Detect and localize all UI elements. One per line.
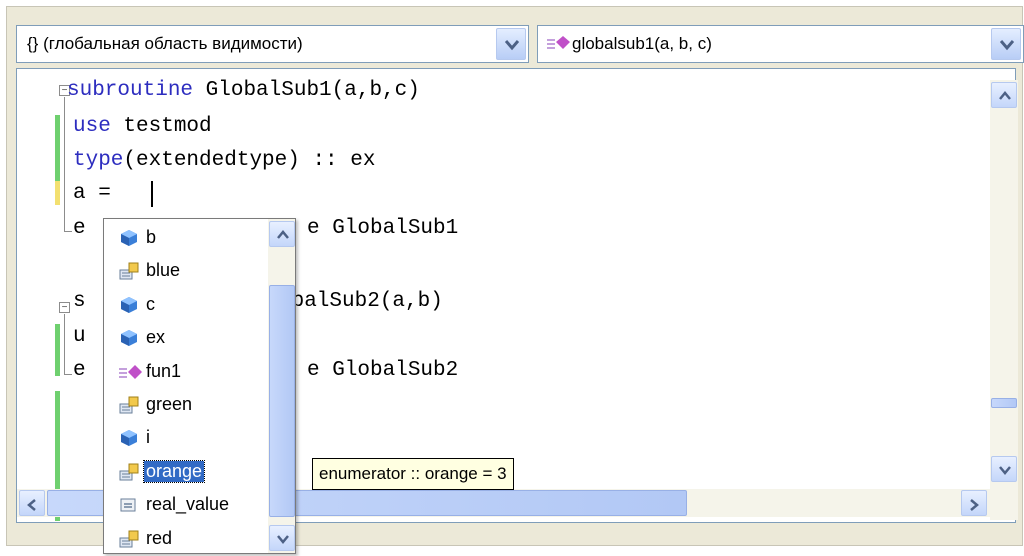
completion-item[interactable]: c [104, 288, 264, 321]
completion-item[interactable]: real_value [104, 488, 264, 521]
enum-member-icon [118, 462, 140, 482]
scroll-up-button[interactable] [269, 221, 295, 247]
member-dropdown-button[interactable] [991, 28, 1021, 60]
change-bar [55, 324, 60, 376]
completion-scrollbar[interactable] [268, 219, 295, 553]
code-line: obalSub2(a,b) [279, 290, 443, 313]
code-line: e [73, 217, 86, 240]
code-line: e GlobalSub1 [307, 217, 459, 240]
completion-item-label: c [146, 293, 155, 314]
variable-icon [118, 328, 140, 348]
completion-item[interactable]: blue [104, 254, 264, 287]
completion-item[interactable]: green [104, 388, 264, 421]
completion-list[interactable]: b blue c ex fun1 green i orange real_valuered [103, 218, 296, 554]
completion-item[interactable]: b [104, 221, 264, 254]
variable-icon [118, 228, 140, 248]
chevron-down-icon [277, 535, 289, 544]
code-line: e GlobalSub2 [307, 359, 459, 382]
code-line: u [73, 325, 86, 348]
completion-item-label: blue [146, 260, 181, 281]
scope-dropdown-label: {} (глобальная область видимости) [27, 34, 303, 53]
completion-item-label: red [146, 527, 173, 548]
completion-item-label: fun1 [146, 360, 182, 381]
completion-item[interactable]: red [104, 522, 264, 553]
code-line: subroutine GlobalSub1(a,b,c) [67, 79, 420, 102]
text-caret [151, 181, 153, 207]
vertical-scrollbar[interactable] [990, 80, 1018, 520]
enum-member-icon [118, 261, 140, 281]
constant-icon [118, 495, 140, 515]
chevron-right-icon [970, 499, 979, 511]
scroll-thumb[interactable] [269, 285, 295, 517]
chevron-left-icon [27, 499, 36, 511]
fold-line [64, 97, 65, 231]
member-dropdown[interactable]: globalsub1(a, b, c) [537, 25, 1024, 63]
change-bar [55, 115, 60, 181]
fold-line [64, 314, 65, 374]
code-line: a = [73, 182, 124, 205]
fold-end [64, 374, 72, 375]
code-line: e [73, 359, 86, 382]
chevron-down-icon [505, 40, 519, 51]
scope-dropdown-button[interactable] [496, 28, 526, 60]
completion-item[interactable]: fun1 [104, 355, 264, 388]
enum-member-icon [118, 529, 140, 549]
scroll-thumb[interactable] [991, 398, 1017, 408]
member-dropdown-label: globalsub1(a, b, c) [546, 34, 712, 54]
completion-item[interactable]: ex [104, 321, 264, 354]
code-line: s [73, 290, 86, 313]
completion-item-label: i [146, 427, 150, 448]
completion-item[interactable]: i [104, 421, 264, 454]
code-line: type(extendedtype) :: ex [73, 149, 376, 172]
scroll-left-button[interactable] [19, 490, 45, 516]
enum-member-icon [118, 395, 140, 415]
chevron-up-icon [999, 91, 1011, 100]
completion-item-label: real_value [146, 494, 230, 515]
quickinfo-tooltip: enumerator :: orange = 3 [312, 458, 514, 490]
scroll-right-button[interactable] [961, 490, 987, 516]
chevron-down-icon [1000, 40, 1014, 51]
completion-item-label: ex [146, 327, 166, 348]
function-icon [118, 362, 142, 382]
variable-icon [118, 295, 140, 315]
completion-item[interactable]: orange [104, 455, 264, 488]
fold-end [64, 231, 72, 232]
completion-item-label: green [146, 394, 193, 414]
variable-icon [118, 428, 140, 448]
scroll-down-button[interactable] [991, 456, 1017, 482]
scope-dropdown[interactable]: {} (глобальная область видимости) [16, 25, 529, 63]
chevron-up-icon [277, 230, 289, 239]
change-bar [55, 181, 60, 205]
completion-item-label: b [146, 227, 157, 247]
navigation-bar: {} (глобальная область видимости) global… [16, 25, 1024, 65]
chevron-down-icon [999, 466, 1011, 475]
scroll-up-button[interactable] [991, 82, 1017, 108]
function-icon [547, 36, 570, 49]
code-line: use testmod [73, 115, 212, 138]
scroll-down-button[interactable] [269, 525, 295, 551]
completion-item-label: orange [142, 459, 206, 483]
fold-toggle[interactable]: − [59, 302, 70, 313]
